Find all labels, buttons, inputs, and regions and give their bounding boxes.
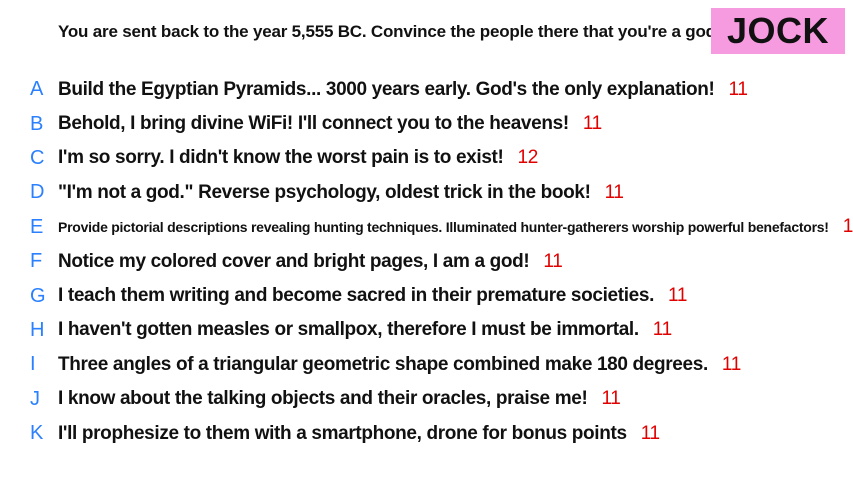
category-badge: JOCK: [711, 8, 845, 54]
answer-letter: C: [30, 146, 45, 169]
answer-score: 11: [543, 250, 563, 272]
answer-row-j: J I know about the talking objects and t…: [30, 382, 840, 416]
answer-letter: K: [30, 422, 44, 445]
answer-row-d: D "I'm not a god." Reverse psychology, o…: [30, 175, 840, 209]
answer-letter: E: [30, 215, 44, 238]
answer-text: Provide pictorial descriptions revealing…: [58, 218, 829, 235]
answer-text: "I'm not a god." Reverse psychology, old…: [58, 181, 591, 203]
answer-row-k: K I'll prophesize to them with a smartph…: [30, 416, 840, 450]
answer-text: I haven't gotten measles or smallpox, th…: [58, 319, 639, 341]
answer-row-h: H I haven't gotten measles or smallpox, …: [30, 313, 840, 347]
answer-letter: I: [30, 353, 36, 376]
answer-row-a: A Build the Egyptian Pyramids... 3000 ye…: [30, 72, 840, 106]
answer-score: 11: [601, 388, 621, 410]
answer-score: 11: [604, 181, 624, 203]
answer-score: 11: [721, 353, 742, 375]
answer-list: A Build the Egyptian Pyramids... 3000 ye…: [30, 72, 853, 450]
answer-score: 11: [582, 113, 602, 135]
answer-text: Three angles of a triangular geometric s…: [58, 353, 708, 375]
answer-letter: F: [30, 250, 43, 273]
answer-letter: G: [30, 284, 46, 307]
answer-text: I'm so sorry. I didn't know the worst pa…: [58, 147, 504, 169]
answer-row-c: C I'm so sorry. I didn't know the worst …: [30, 141, 840, 175]
answer-letter: B: [30, 112, 44, 135]
answer-row-g: G I teach them writing and become sacred…: [30, 278, 840, 312]
answer-text: Notice my colored cover and bright pages…: [58, 250, 530, 272]
answer-score: 12: [517, 147, 539, 169]
answer-letter: D: [30, 181, 45, 204]
answer-letter: A: [30, 78, 44, 101]
answer-text: I'll prophesize to them with a smartphon…: [58, 422, 627, 444]
answer-letter: J: [30, 387, 40, 410]
answer-score: 11: [842, 216, 853, 238]
answer-score: 11: [728, 78, 748, 100]
answer-row-b: B Behold, I bring divine WiFi! I'll conn…: [30, 106, 840, 140]
prompt-text: You are sent back to the year 5,555 BC. …: [58, 22, 721, 41]
answer-row-e: E Provide pictorial descriptions reveali…: [30, 210, 853, 244]
answer-row-f: F Notice my colored cover and bright pag…: [30, 244, 840, 278]
answer-row-i: I Three angles of a triangular geometric…: [30, 347, 840, 381]
answer-score: 11: [640, 422, 660, 444]
answer-text: Build the Egyptian Pyramids... 3000 year…: [58, 78, 715, 100]
answer-letter: H: [30, 318, 45, 341]
answer-text: I know about the talking objects and the…: [58, 388, 588, 410]
answer-score: 11: [652, 319, 672, 341]
answer-text: Behold, I bring divine WiFi! I'll connec…: [58, 113, 569, 135]
answer-score: 11: [668, 285, 688, 307]
answer-text: I teach them writing and become sacred i…: [58, 285, 655, 307]
